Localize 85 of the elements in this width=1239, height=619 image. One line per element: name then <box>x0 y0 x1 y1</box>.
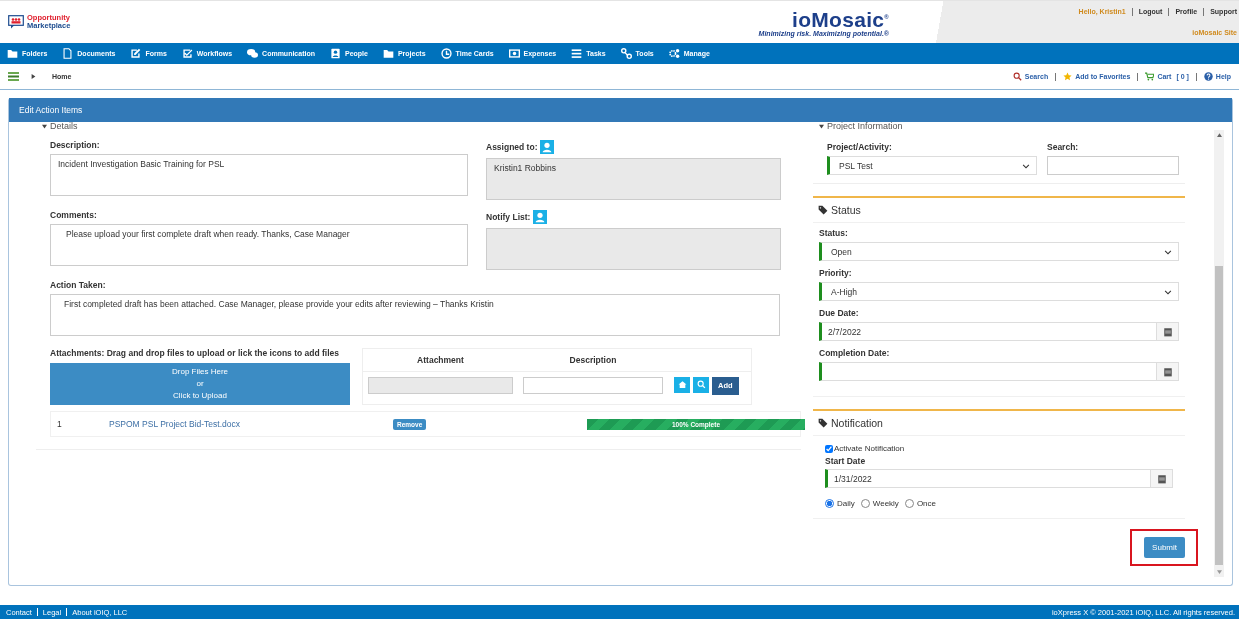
link-icon <box>620 48 632 59</box>
contact-card-icon <box>330 48 341 59</box>
section-title: Notification <box>831 417 883 429</box>
row-number: 1 <box>56 419 63 429</box>
field-label: Project/Activity: <box>827 142 893 152</box>
status-select[interactable]: Open <box>819 242 1179 261</box>
drop-zone[interactable]: Drop Files Here or Click to Upload <box>50 363 350 405</box>
person-icon[interactable] <box>540 140 555 154</box>
search-icon <box>1012 72 1022 81</box>
caret-down-icon[interactable] <box>819 124 824 129</box>
field-label: Assigned to: <box>486 142 538 152</box>
tag-icon <box>818 205 828 215</box>
search-icon <box>696 380 706 389</box>
attachment-field[interactable] <box>368 377 513 394</box>
comments-field[interactable]: Please upload your first complete draft when ready. Thanks, Case Manager <box>50 224 468 266</box>
due-date-field[interactable]: 2/7/2022 <box>819 322 1179 341</box>
documents-icon <box>62 48 74 59</box>
field-label: Status: <box>819 228 849 238</box>
radio-button[interactable] <box>825 499 834 508</box>
clock-icon <box>440 48 452 59</box>
tag-icon <box>818 418 828 428</box>
radio-label: Once <box>916 499 936 508</box>
banknote-icon <box>508 48 520 59</box>
column-header: Attachment <box>416 355 465 365</box>
description-field[interactable]: Incident Investigation Basic Training for PSL <box>50 154 468 196</box>
chat-logo-icon <box>8 15 24 29</box>
field-label: Priority: <box>819 268 853 278</box>
zoom-button[interactable] <box>693 376 709 393</box>
panel-title: Edit Action Items <box>9 98 1232 122</box>
field-label: Completion Date: <box>819 348 891 358</box>
calendar-button[interactable] <box>1156 323 1178 340</box>
priority-select[interactable]: A-High <box>819 282 1179 301</box>
star-icon <box>1063 72 1073 81</box>
radio-label: Weekly <box>872 499 899 508</box>
radio-button[interactable] <box>904 499 914 508</box>
checkbox-icon <box>181 48 193 59</box>
caret-down-icon[interactable] <box>42 124 47 129</box>
field-label: Description: <box>50 140 101 150</box>
scroll-up-icon[interactable] <box>1216 133 1222 137</box>
pencil-icon <box>130 48 142 59</box>
cart-icon <box>1145 72 1155 81</box>
project-select[interactable]: PSL Test <box>827 156 1037 175</box>
completion-date-field[interactable] <box>819 362 1179 381</box>
field-label: Due Date: <box>819 308 860 318</box>
attachments-label: Attachments: Drag and drop files to upload or lick the icons to add files <box>50 348 341 358</box>
notify-list-field[interactable] <box>486 228 781 270</box>
section-heading[interactable]: Project Information <box>827 122 903 130</box>
caret-right-icon[interactable] <box>31 74 36 79</box>
calendar-icon <box>1162 326 1173 337</box>
start-date-field[interactable]: 1/31/2022 <box>825 469 1173 488</box>
person-icon[interactable] <box>533 210 548 224</box>
section-title: Status <box>831 204 861 216</box>
field-label: Action Taken: <box>49 280 107 290</box>
file-link[interactable]: PSPOM PSL Project Bid-Test.docx <box>109 419 351 429</box>
list-icon[interactable] <box>8 72 19 81</box>
field-label: Search: <box>1047 142 1080 152</box>
action-taken-field[interactable]: First completed draft has been attached. Case Manager, please provide your edits after reviewing – Thanks Kristin <box>50 294 780 336</box>
calendar-icon <box>1162 366 1173 377</box>
scroll-down-icon[interactable] <box>1216 570 1222 574</box>
assigned-field[interactable]: Kristin1 Robbins <box>486 158 781 200</box>
home-button[interactable] <box>674 376 690 393</box>
calendar-button[interactable] <box>1150 470 1172 487</box>
search-field[interactable] <box>1047 156 1179 175</box>
calendar-button[interactable] <box>1156 363 1178 380</box>
radio-label: Daily <box>837 499 855 508</box>
section-heading[interactable]: Details <box>50 122 78 130</box>
field-label: Comments: <box>50 210 98 220</box>
home-icon <box>677 380 687 389</box>
column-header: Description <box>568 355 618 365</box>
submit-button[interactable]: Submit <box>1144 537 1185 558</box>
scrollbar[interactable] <box>1214 130 1224 577</box>
radio-button[interactable] <box>860 499 870 508</box>
gears-icon <box>668 48 680 59</box>
calendar-icon <box>1156 473 1167 484</box>
field-label: Notify List: <box>486 212 531 222</box>
field-label: Start Date <box>825 456 867 466</box>
folder-icon <box>7 48 18 59</box>
chat-bubbles-icon <box>247 48 259 59</box>
description-input[interactable] <box>523 377 663 394</box>
help-icon <box>1203 72 1213 81</box>
menu-icon <box>571 48 583 59</box>
activate-checkbox[interactable] <box>825 444 833 453</box>
brand-logo: ioMosaic$^{®}$ <box>792 7 889 30</box>
checkbox-label: Activate Notification <box>834 444 905 453</box>
folder-icon <box>382 48 394 59</box>
